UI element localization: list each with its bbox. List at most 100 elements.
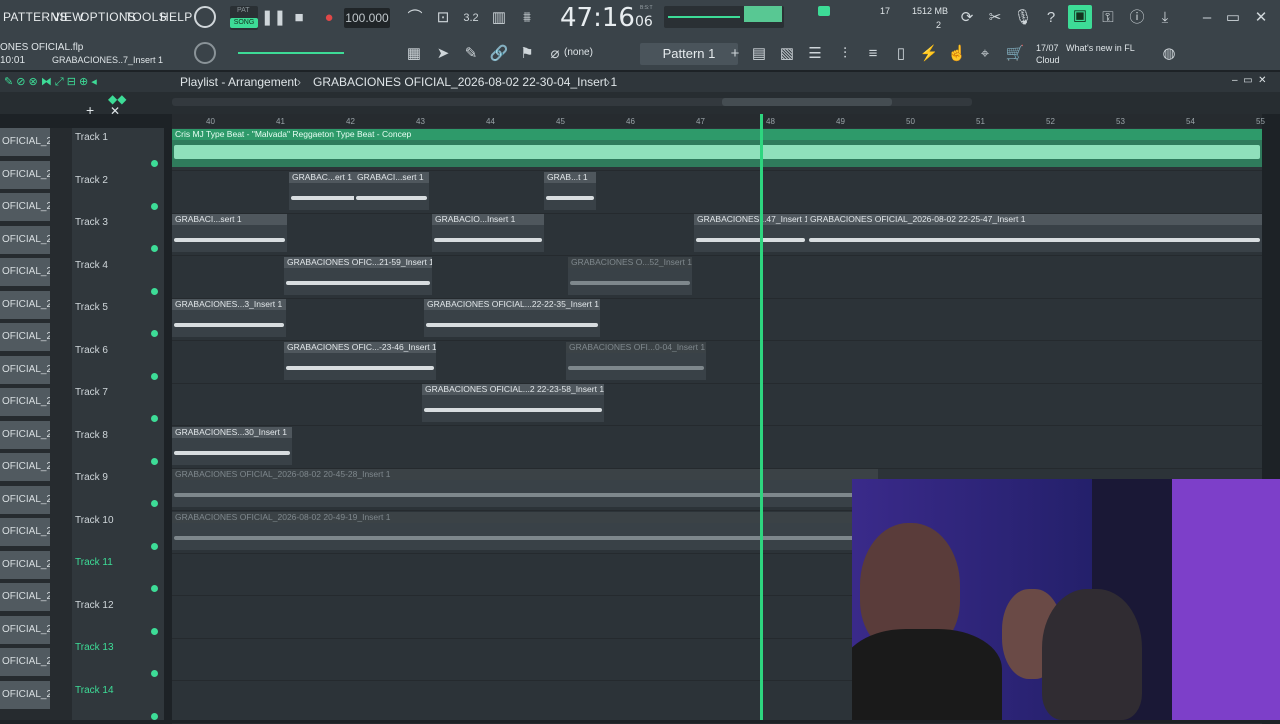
master-slider[interactable] <box>238 52 344 54</box>
audio-clip[interactable]: GRABACIONES...47_Insert 1 <box>694 214 807 252</box>
track-mute-led[interactable] <box>151 712 158 720</box>
track-name[interactable]: Track 12 <box>75 600 114 611</box>
track-name[interactable]: Track 11 <box>75 557 113 568</box>
browser-item[interactable]: OFICIAL_20... <box>0 453 50 481</box>
track-name[interactable]: Track 9 <box>75 472 108 483</box>
playlist-icon[interactable]: ▤ <box>748 43 770 65</box>
add-track-icon[interactable]: + <box>86 102 94 118</box>
track-name[interactable]: Track 10 <box>75 515 114 526</box>
browser-item[interactable]: OFICIAL_20... <box>0 420 50 449</box>
master-volume-knob[interactable] <box>194 6 216 28</box>
plug-icon[interactable]: ⚡ <box>918 43 940 65</box>
pen-icon[interactable]: ✎ <box>460 43 482 65</box>
stop-icon[interactable]: ■ <box>288 7 310 29</box>
plugin-icon[interactable]: ⚿ <box>1097 7 1119 29</box>
horizontal-scrollbar[interactable] <box>172 98 972 106</box>
browser-item[interactable]: OFICIAL_20... <box>0 485 50 514</box>
minimize-icon[interactable]: – <box>1196 7 1218 29</box>
refresh-icon[interactable]: ⟳ <box>956 7 978 29</box>
track-name[interactable]: Track 1 <box>75 132 108 143</box>
browser-item[interactable]: OFICIAL_20... <box>0 615 50 644</box>
browser-item[interactable]: OFICIAL_20... <box>0 290 50 319</box>
playlist-window-controls[interactable]: – ▭ ✕ <box>1232 75 1267 86</box>
shop-icon[interactable]: 🛒 <box>1004 43 1026 65</box>
touch-icon[interactable]: ☝ <box>946 43 968 65</box>
browser-item[interactable]: OFICIAL_20... <box>0 258 50 286</box>
globe-icon[interactable]: ◍ <box>1158 43 1180 65</box>
record-icon[interactable]: ● <box>318 7 340 29</box>
track-mute-led[interactable] <box>151 160 158 167</box>
track-name[interactable]: Track 3 <box>75 217 108 228</box>
audio-clip[interactable]: GRABACIONES OFIC...21-59_Insert 1 <box>284 256 432 295</box>
save-icon[interactable]: ▣ <box>1068 5 1092 29</box>
loop-record-icon[interactable]: ⊡ <box>432 7 454 29</box>
browser-item[interactable]: OFICIAL_20... <box>0 128 50 156</box>
tempo-display[interactable]: 100.000 <box>344 8 390 28</box>
track-mute-led[interactable] <box>151 372 158 380</box>
close-tracks-icon[interactable]: ✕ <box>110 104 120 118</box>
add-pattern-icon[interactable]: + <box>724 43 746 65</box>
track-name[interactable]: Track 6 <box>75 345 108 356</box>
audio-clip[interactable]: GRABACIONES OFIC...-23-46_Insert 1 <box>284 341 436 380</box>
cut-tool-icon[interactable]: ✂ <box>984 7 1006 29</box>
audio-clip[interactable]: GRAB...t 1 <box>544 171 596 210</box>
track-mute-led[interactable] <box>151 330 158 337</box>
piano-roll-icon[interactable]: ▧ <box>776 43 798 65</box>
news-text2[interactable]: Cloud <box>1036 55 1060 65</box>
microphone-icon[interactable]: 🎙 <box>1012 7 1034 29</box>
track-mute-led[interactable] <box>151 500 158 507</box>
track-mute-led[interactable] <box>151 245 158 252</box>
metronome-icon[interactable]: ⌒ <box>404 7 426 29</box>
pause-icon[interactable]: ❚❚ <box>261 7 286 29</box>
browser-icon[interactable]: ▯ <box>890 43 912 65</box>
blend-notes-icon[interactable]: ⩩ <box>516 7 538 29</box>
audio-clip[interactable]: GRABACIONES OFICIAL_2026-08-02 22-25-47_… <box>807 214 1262 252</box>
track-mute-led[interactable] <box>151 202 158 210</box>
track-name[interactable]: Track 13 <box>75 642 114 653</box>
track-name[interactable]: Track 4 <box>75 260 108 271</box>
browser-item[interactable]: OFICIAL_20... <box>0 518 50 546</box>
restore-icon[interactable]: ▭ <box>1222 7 1244 29</box>
track-mute-led[interactable] <box>151 457 158 465</box>
track-mute-led[interactable] <box>151 542 158 550</box>
browser-item[interactable]: OFICIAL_20... <box>0 680 50 709</box>
none-selector[interactable]: (none) <box>564 47 593 58</box>
timeline-ruler[interactable]: 40 41 42 43 44 45 46 47 48 49 50 51 52 53 54 55 <box>172 114 1265 128</box>
audio-clip[interactable]: GRABACIONES OFI...0-04_Insert 1 <box>566 341 706 380</box>
audio-clip[interactable]: GRABACI...sert 1 <box>354 171 429 210</box>
track-mute-led[interactable] <box>151 287 158 295</box>
audio-clip[interactable]: GRABACIONES OFICIAL...22-22-35_Insert 1 <box>424 299 600 337</box>
track-name[interactable]: Track 2 <box>75 175 108 186</box>
main-pitch-knob[interactable] <box>194 42 216 64</box>
channel-rack-icon[interactable]: ☰ <box>804 43 826 65</box>
browser-item[interactable]: OFICIAL_20... <box>0 225 50 254</box>
playhead[interactable] <box>760 114 763 720</box>
audio-clip[interactable]: GRABACIO...Insert 1 <box>432 214 544 252</box>
audio-clip[interactable]: GRABACIONES OFICIAL_2026-08-02 20-45-28_… <box>172 469 878 507</box>
audio-clip[interactable]: GRABACI...sert 1 <box>172 214 287 252</box>
mixer-icon[interactable]: ▦ <box>403 43 425 65</box>
stamp-icon[interactable]: ⚑ <box>516 43 538 65</box>
download-icon[interactable]: ⤓ <box>1154 7 1176 29</box>
menu-help[interactable]: HELP <box>160 10 193 24</box>
audio-clip[interactable]: Cris MJ Type Beat - "Malvada" Reggaeton … <box>172 129 1262 167</box>
news-text[interactable]: What's new in FL <box>1066 43 1135 53</box>
zoom-icon[interactable]: ◆◆ <box>108 92 126 106</box>
browser-item[interactable]: OFICIAL_20... <box>0 323 50 351</box>
piano-icon[interactable]: ▥ <box>488 7 510 29</box>
tag-icon[interactable]: ⌖ <box>974 43 996 65</box>
info-icon[interactable]: ⓘ <box>1126 7 1148 29</box>
step-edit-icon[interactable]: 3.2 <box>460 7 482 29</box>
pat-song-toggle[interactable]: PAT SONG <box>230 6 258 30</box>
browser-item[interactable]: OFICIAL_20... <box>0 388 50 416</box>
audio-clip[interactable]: GRABACIONES...3_Insert 1 <box>172 299 286 337</box>
track-name[interactable]: Track 7 <box>75 387 108 398</box>
link-icon[interactable]: 🔗 <box>488 43 510 65</box>
audio-clip[interactable]: GRABACIONES...30_Insert 1 <box>172 426 292 465</box>
browser-item[interactable]: OFICIAL_20... <box>0 550 50 579</box>
browser-item[interactable]: OFICIAL_20... <box>0 583 50 611</box>
audio-clip[interactable]: GRABACIONES OFICIAL...2 22-23-58_Insert … <box>422 384 604 422</box>
mixer-window-icon[interactable]: ⫶ <box>834 43 856 65</box>
track-mute-led[interactable] <box>151 415 158 422</box>
help-icon[interactable]: ? <box>1040 7 1062 29</box>
